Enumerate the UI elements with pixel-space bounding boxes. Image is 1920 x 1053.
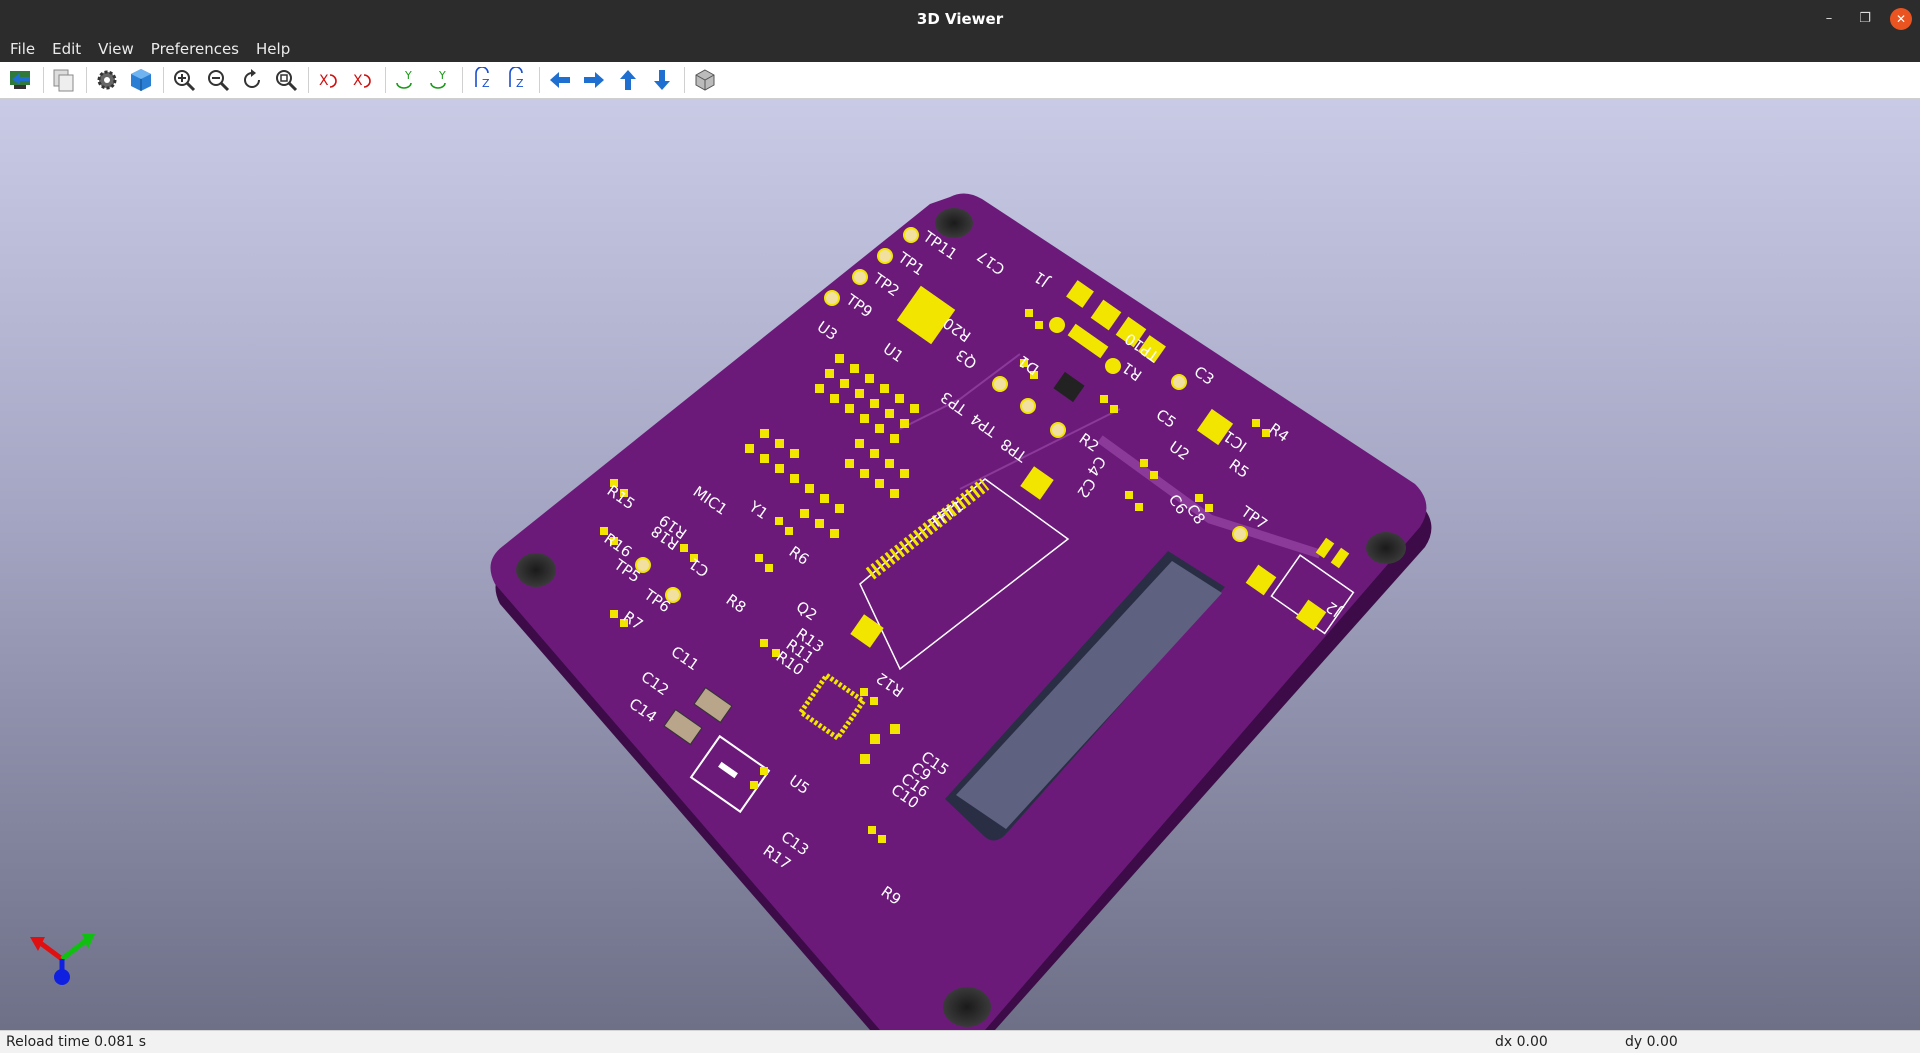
cube-render-icon [131,69,151,91]
toolbar: X X Y Y Z Z [0,62,1920,99]
arrow-down-icon [654,70,670,90]
copy-icon [53,69,74,92]
dy-readout: dy 0.00 [1625,1034,1678,1050]
menu-view[interactable]: View [92,37,140,62]
mounting-hole [516,553,556,587]
mounting-hole [943,987,991,1027]
status-bar: Reload time 0.081 s dx 0.00 dy 0.00 [0,1030,1920,1053]
title-bar: 3D Viewer – ❐ ✕ [0,0,1920,37]
zoom-out-icon [208,70,230,92]
arrow-right-icon [584,72,604,88]
options-button[interactable] [92,65,122,95]
rotate-z-cw-icon: Z [475,67,490,90]
minimize-icon[interactable]: – [1818,8,1840,30]
3d-viewport[interactable]: TP11 TP1 TP2 TP9 U3 U1 C17 J1 R20 Q3 D1 … [0,99,1920,1030]
svg-text:Z: Z [482,77,490,90]
window-title: 3D Viewer [916,9,1004,28]
svg-text:Y: Y [438,69,446,82]
rotate-x-cw-button[interactable]: X [314,65,344,95]
move-right-button[interactable] [579,65,609,95]
toolbar-separator [43,67,44,93]
menu-edit[interactable]: Edit [46,37,87,62]
menu-bar: File Edit View Preferences Help [0,37,1920,62]
zoom-fit-button[interactable] [271,65,301,95]
move-left-button[interactable] [545,65,575,95]
window-controls: – ❐ ✕ [1818,0,1912,37]
ortho-cube-icon [695,69,715,91]
rotate-y-ccw-button[interactable]: Y [425,65,455,95]
rotate-y-ccw-icon: Y [430,69,446,89]
zoom-fit-icon [276,70,298,92]
arrow-left-icon [550,72,570,88]
toolbar-separator [86,67,87,93]
toolbar-separator [684,67,685,93]
rotate-z-ccw-button[interactable]: Z [502,65,532,95]
maximize-icon[interactable]: ❐ [1854,8,1876,30]
toolbar-separator [308,67,309,93]
zoom-in-button[interactable] [169,65,199,95]
gear-icon [97,70,117,90]
menu-file[interactable]: File [4,37,41,62]
zoom-out-button[interactable] [203,65,233,95]
toolbar-separator [163,67,164,93]
close-icon[interactable]: ✕ [1890,7,1912,30]
menu-help[interactable]: Help [250,37,296,62]
rotate-z-ccw-icon: Z [509,67,524,90]
refresh-button[interactable] [237,65,267,95]
copy-to-clipboard-button[interactable] [49,65,79,95]
reload-time: Reload time 0.081 s [6,1034,146,1050]
raytracing-button[interactable] [126,65,156,95]
dx-readout: dx 0.00 [1495,1034,1548,1050]
rotate-z-cw-button[interactable]: Z [468,65,498,95]
zoom-in-icon [174,70,196,92]
toolbar-separator [539,67,540,93]
rotate-x-cw-icon: X [319,73,337,89]
axis-gizmo [30,934,95,985]
toolbar-separator [385,67,386,93]
svg-text:Y: Y [404,69,412,82]
reload-board-icon [10,71,30,89]
rotate-y-cw-button[interactable]: Y [391,65,421,95]
rotate-y-cw-icon: Y [396,69,412,89]
pcb-3d-view: TP11 TP1 TP2 TP9 U3 U1 C17 J1 R20 Q3 D1 … [30,193,1432,1030]
toolbar-separator [462,67,463,93]
move-up-button[interactable] [613,65,643,95]
move-down-button[interactable] [647,65,677,95]
svg-text:X: X [353,73,363,89]
refresh-icon [244,69,260,88]
svg-text:Z: Z [516,77,524,90]
arrow-up-icon [620,70,636,90]
mounting-hole [1366,532,1406,564]
mounting-hole [935,208,973,238]
rotate-x-ccw-button[interactable]: X [348,65,378,95]
svg-text:X: X [319,73,329,89]
rotate-x-ccw-icon: X [353,73,371,89]
reload-board-button[interactable] [6,65,36,95]
orthographic-button[interactable] [690,65,720,95]
menu-preferences[interactable]: Preferences [145,37,245,62]
